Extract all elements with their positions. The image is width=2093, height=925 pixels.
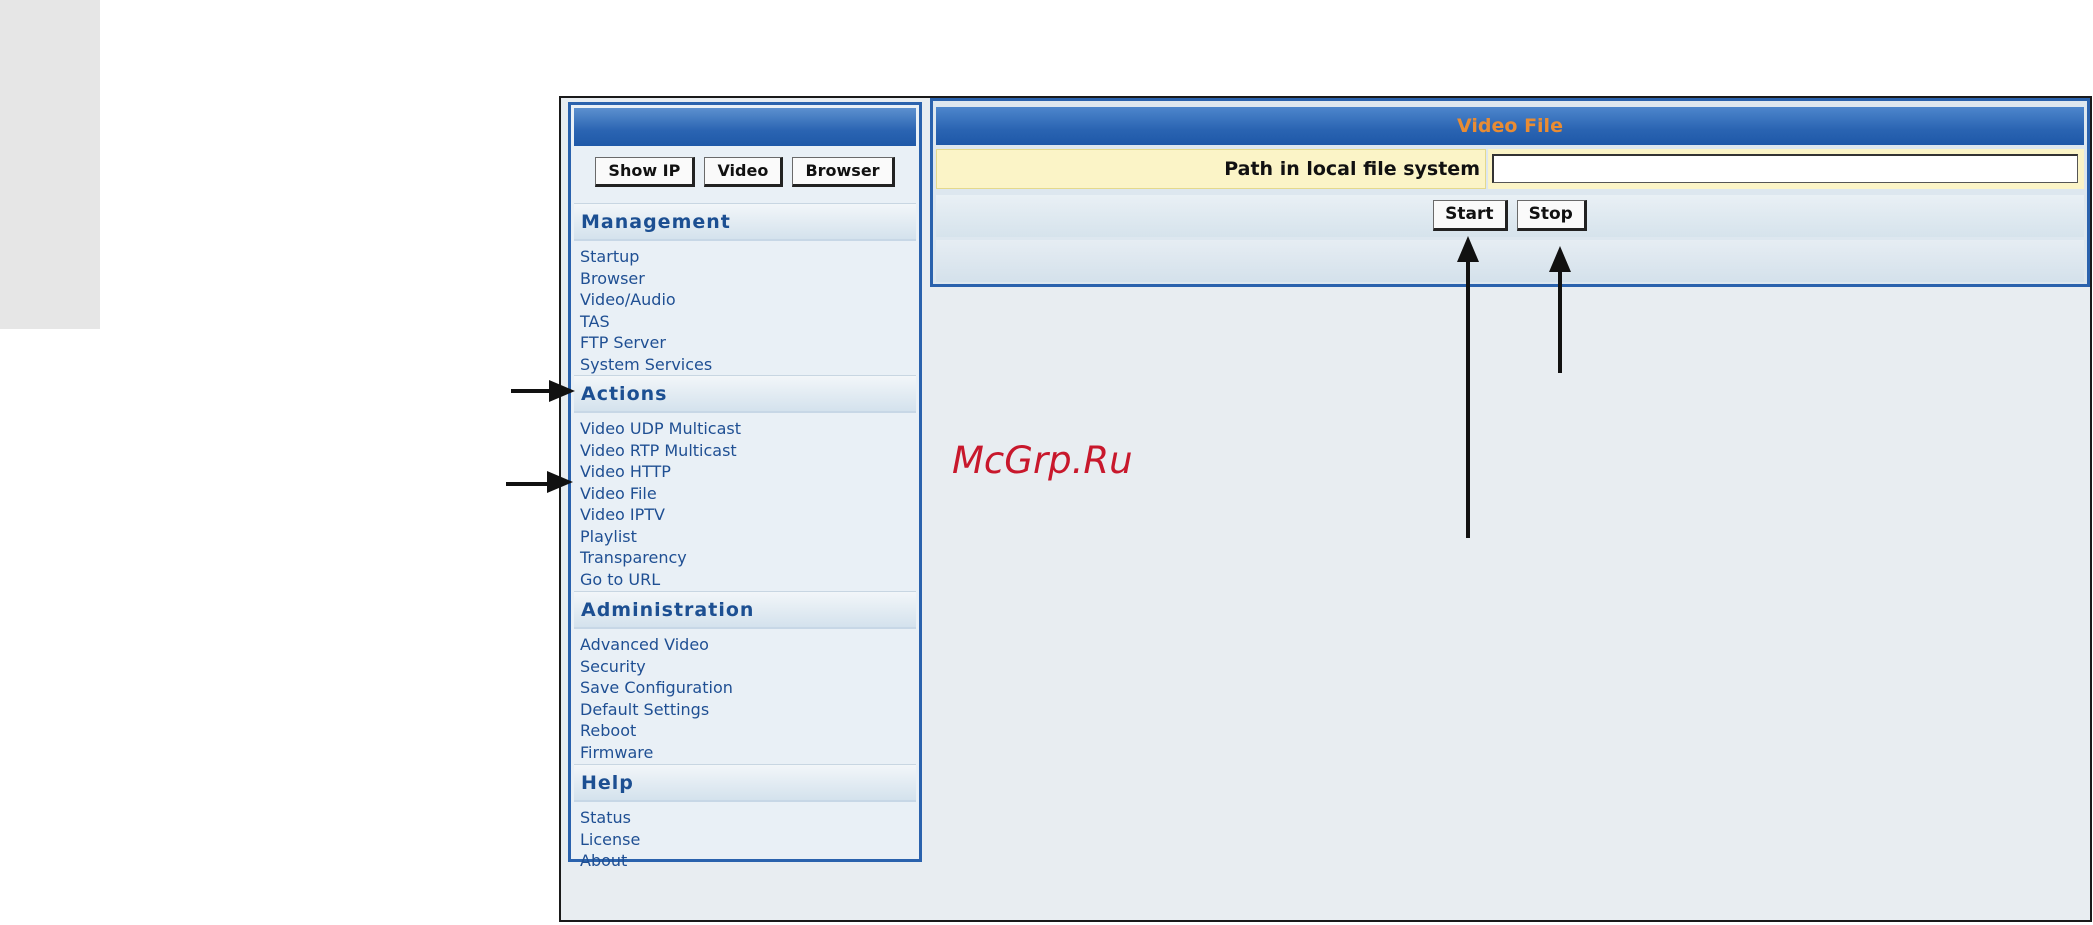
arrow-to-video-file-icon (506, 471, 573, 493)
arrow-to-stop-button-icon (1549, 246, 1571, 373)
callout-arrows (506, 236, 1571, 538)
arrow-to-actions-icon (511, 380, 575, 402)
arrow-to-start-button-icon (1457, 236, 1479, 538)
